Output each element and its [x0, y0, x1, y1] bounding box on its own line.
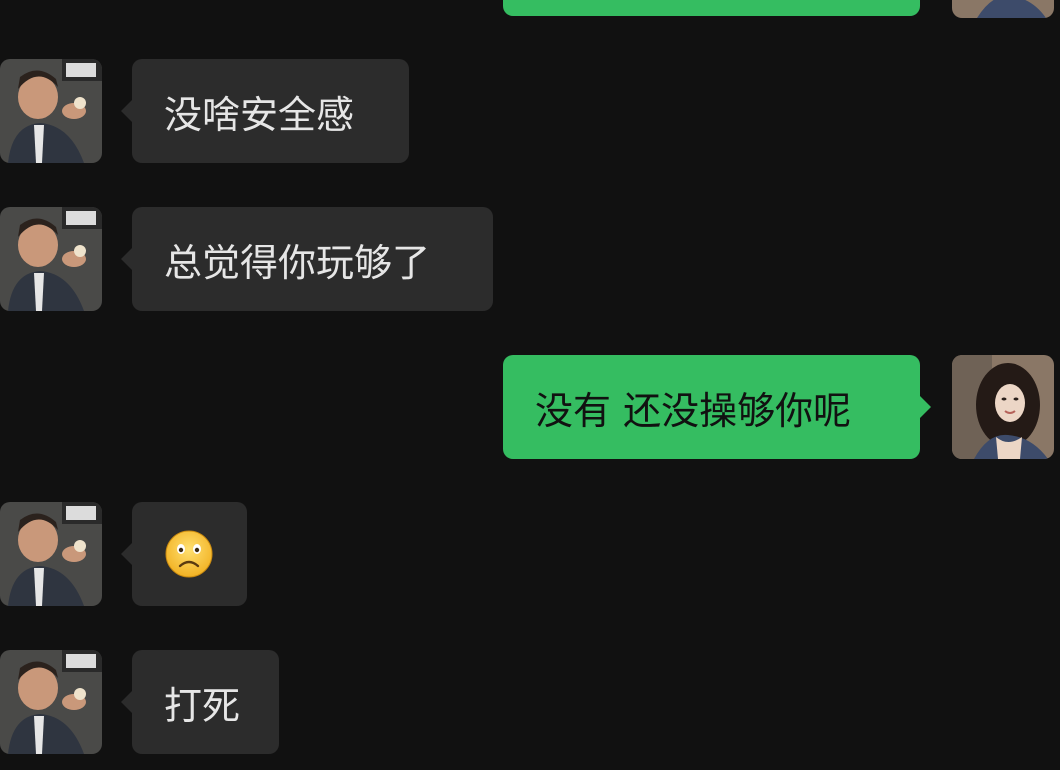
- message-bubble-incoming[interactable]: 没啥安全感: [121, 59, 409, 163]
- message-bubble-incoming[interactable]: 打死: [121, 650, 279, 754]
- male-avatar[interactable]: [0, 59, 102, 163]
- female-avatar[interactable]: [952, 0, 1054, 18]
- frowning-face-emoji-icon: [164, 529, 214, 579]
- male-avatar[interactable]: [0, 650, 102, 754]
- message-bubble-incoming[interactable]: 总觉得你玩够了: [121, 207, 493, 311]
- message-row-incoming: 没啥安全感: [0, 59, 1060, 163]
- chat-screen: 没啥安全感 总觉得你玩够了 没有 还没操够你呢 打死: [0, 0, 1060, 770]
- message-text: 没啥安全感: [164, 92, 355, 137]
- message-bubble-outgoing[interactable]: [503, 0, 920, 16]
- female-avatar[interactable]: [952, 355, 1054, 459]
- message-text: 总觉得你玩够了: [164, 240, 431, 285]
- message-row-incoming: 打死: [0, 650, 1060, 754]
- male-avatar[interactable]: [0, 502, 102, 606]
- message-bubble-incoming[interactable]: [121, 502, 247, 606]
- message-row-incoming: 总觉得你玩够了: [0, 207, 1060, 311]
- message-bubble-outgoing[interactable]: 没有 还没操够你呢: [503, 355, 931, 459]
- message-row-outgoing: 没有 还没操够你呢: [0, 355, 1060, 459]
- message-text: 没有 还没操够你呢: [535, 388, 852, 433]
- message-text: 打死: [164, 683, 241, 728]
- message-row-outgoing-partial: [0, 0, 1060, 20]
- message-row-incoming: [0, 502, 1060, 606]
- male-avatar[interactable]: [0, 207, 102, 311]
